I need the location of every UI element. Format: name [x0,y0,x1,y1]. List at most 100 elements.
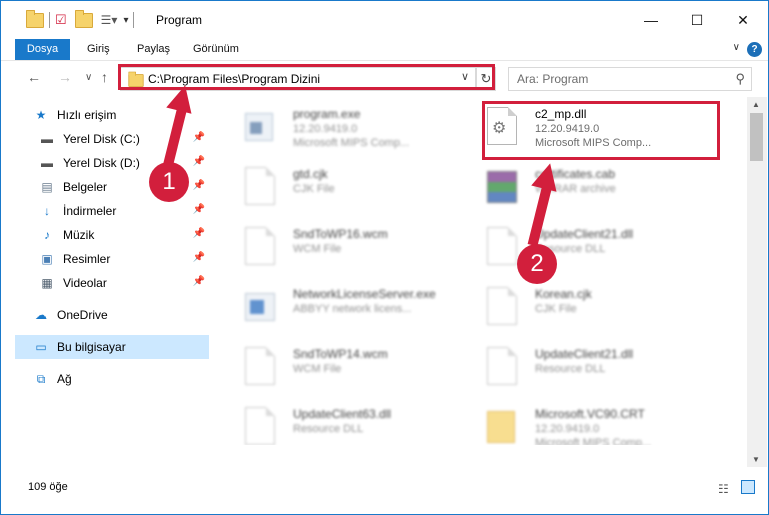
file-name: program.exe [293,107,361,121]
sidebar-item-music[interactable]: ♪ Müzik 📌 [15,223,209,247]
back-button[interactable]: ← [27,69,41,85]
sidebar-item-label: Resimler [63,252,111,266]
sidebar-item-label: Videolar [63,276,107,290]
file-icon [245,347,275,385]
file-version: 12.20.9419.0 [535,423,600,435]
file-item[interactable]: gtd.cjk CJK File [225,159,470,215]
pin-icon: 📌 [192,156,205,167]
cloud-icon: ☁ [35,308,47,322]
file-item[interactable]: UpdateClient63.dll Resource DLL [225,399,470,445]
sidebar-item-label: Yerel Disk (C:) [63,132,140,146]
ribbon-tabs: Dosya Giriş Paylaş Görünüm ∨ ? [1,39,768,61]
recent-locations-button[interactable]: ∨ [85,72,92,83]
file-item[interactable]: Korean.cjk CJK File [467,279,712,335]
tab-view[interactable]: Görünüm [193,39,239,60]
file-name: NetworkLicenseServer.exe [293,287,436,301]
item-count: 109 öğe [28,481,68,493]
pictures-icon: ▣ [41,252,53,266]
sidebar-item-network[interactable]: ⧉ Ağ [15,367,209,391]
sidebar-item-label: Belgeler [63,180,108,194]
qat-dropdown-icon[interactable]: ▾ [123,15,128,26]
file-type: Resource DLL [535,363,606,375]
sidebar-item-label: Müzik [63,228,95,242]
file-type: CJK File [535,303,577,315]
divider [133,12,135,28]
pin-icon: 📌 [192,180,205,191]
file-description: Microsoft MIPS Comp... [535,437,652,445]
tab-share[interactable]: Paylaş [137,39,170,60]
search-input[interactable]: Ara: Program ⚲ [508,67,752,91]
archive-file-icon [487,167,517,205]
details-view-icon[interactable]: ☷ [718,482,729,496]
properties-icon[interactable]: ☑ [55,12,67,28]
file-item[interactable]: SndToWP14.wcm WCM File [225,339,470,395]
sidebar-item-label: Yerel Disk (D:) [63,156,140,170]
tab-file[interactable]: Dosya [15,39,70,60]
file-item[interactable]: program.exe 12.20.9419.0 Microsoft MIPS … [225,99,470,155]
file-item[interactable]: UpdateClient21.dll Resource DLL [467,339,712,395]
scroll-down-icon[interactable]: ▼ [752,455,760,464]
pin-icon: 📌 [192,132,205,143]
tiles-view-icon[interactable] [741,480,755,494]
pin-icon: 📌 [192,228,205,239]
forward-button[interactable]: → [58,69,72,85]
file-type: WCM File [293,363,342,375]
file-name: Microsoft.VC90.CRT [535,407,645,421]
search-icon: ⚲ [735,71,745,86]
step-2-badge: 2 [517,244,557,284]
file-name: UpdateClient21.dll [535,227,634,241]
expand-ribbon-icon[interactable]: ∨ [733,42,740,53]
tab-home[interactable]: Giriş [87,39,110,60]
drive-icon: ▬ [41,132,53,146]
file-list: program.exe 12.20.9419.0 Microsoft MIPS … [215,97,747,445]
pin-icon: 📌 [192,276,205,287]
sidebar-item-this-pc[interactable]: ▭ Bu bilgisayar [15,335,209,359]
computer-icon: ▭ [35,340,47,354]
videos-icon: ▦ [41,276,53,290]
download-icon: ↓ [44,204,50,218]
sidebar-item-pictures[interactable]: ▣ Resimler 📌 [15,247,209,271]
exe-file-icon [245,107,275,145]
sidebar-item-label: Bu bilgisayar [57,340,126,354]
file-version: 12.20.9419.0 [293,123,358,135]
vertical-scrollbar[interactable]: ▲ ▼ [747,97,767,467]
file-item[interactable]: certificates.cab WinRAR archive [467,159,712,215]
sidebar-item-videos[interactable]: ▦ Videolar 📌 [15,271,209,295]
network-icon: ⧉ [36,371,46,386]
file-item[interactable]: SndToWP16.wcm WCM File [225,219,470,275]
file-name: UpdateClient21.dll [535,347,634,361]
scroll-thumb[interactable] [750,113,763,161]
maximize-button[interactable]: ☐ [674,1,720,39]
customize-icon[interactable]: ☰▾ [101,13,118,27]
file-name: Korean.cjk [535,287,592,301]
sidebar-item-label: İndirmeler [63,204,117,218]
navigation-pane: ★ Hızlı erişim ▬ Yerel Disk (C:) 📌 ▬ Yer… [1,97,215,445]
title-bar: ☑ ☰▾ ▾ Program — ☐ ✕ [1,1,768,39]
navigation-bar: ← → ∨ ↑ C:\Program Files\Program Dizini … [1,61,768,95]
pin-icon: 📌 [192,252,205,263]
file-item[interactable]: UpdateClient21.dll Resource DLL [467,219,712,275]
file-icon [245,167,275,205]
sidebar-item-downloads[interactable]: ↓ İndirmeler 📌 [15,199,209,223]
help-icon[interactable]: ? [747,42,762,57]
file-type: WCM File [293,243,342,255]
scroll-up-icon[interactable]: ▲ [752,100,760,109]
file-name: SndToWP14.wcm [293,347,388,361]
close-button[interactable]: ✕ [720,1,766,39]
file-item[interactable]: Microsoft.VC90.CRT 12.20.9419.0 Microsof… [467,399,712,445]
pin-icon: 📌 [192,204,205,215]
minimize-button[interactable]: — [628,1,674,39]
sidebar-item-label: Hızlı erişim [57,108,117,122]
new-folder-icon[interactable] [74,9,93,28]
up-button[interactable]: ↑ [101,69,108,85]
status-bar: 109 öğe ☷ [1,477,768,499]
search-placeholder: Ara: Program [517,72,589,86]
file-item[interactable]: NetworkLicenseServer.exe ABBYY network l… [225,279,470,335]
documents-icon: ▤ [41,180,53,194]
dll-file-icon [487,347,517,385]
file-icon [487,287,517,325]
divider [49,12,50,28]
sidebar-item-onedrive[interactable]: ☁ OneDrive [15,303,209,327]
step-1-badge: 1 [149,162,189,202]
folder-icon [487,407,517,445]
